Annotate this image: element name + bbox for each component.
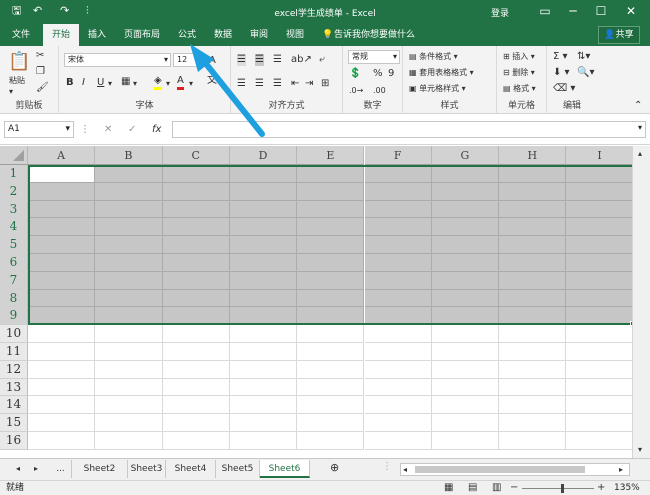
annotation-arrow <box>190 44 265 137</box>
